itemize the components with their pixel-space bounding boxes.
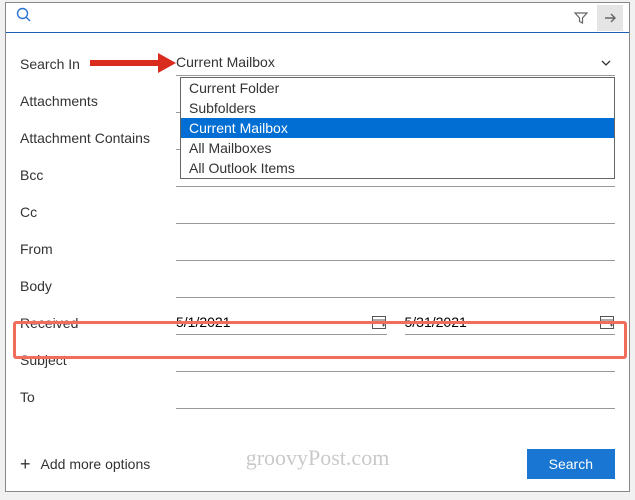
row-subject: Subject xyxy=(20,341,615,378)
label-to: To xyxy=(20,389,176,405)
date-from-value: 5/1/2021 xyxy=(176,314,231,330)
input-body[interactable] xyxy=(176,274,615,298)
label-received: Received xyxy=(20,315,176,331)
label-cc: Cc xyxy=(20,204,176,220)
label-bcc: Bcc xyxy=(20,167,176,183)
add-more-options-button[interactable]: + Add more options xyxy=(20,454,150,475)
input-subject[interactable] xyxy=(176,348,615,372)
row-to: To xyxy=(20,378,615,415)
row-received: Received 5/1/2021 5/31/2021 xyxy=(20,304,615,341)
input-to[interactable] xyxy=(176,385,615,409)
row-from: From xyxy=(20,230,615,267)
dropdown-option-current-mailbox[interactable]: Current Mailbox xyxy=(181,118,614,138)
bottom-bar: + Add more options Search xyxy=(20,449,615,479)
calendar-icon[interactable] xyxy=(599,314,615,330)
label-from: From xyxy=(20,241,176,257)
input-cc[interactable] xyxy=(176,200,615,224)
plus-icon: + xyxy=(20,454,31,475)
dropdown-option-subfolders[interactable]: Subfolders xyxy=(181,98,614,118)
label-body: Body xyxy=(20,278,176,294)
input-date-from[interactable]: 5/1/2021 xyxy=(176,311,387,335)
add-more-label: Add more options xyxy=(41,456,151,472)
dropdown-search-in[interactable]: Current Mailbox xyxy=(176,52,615,76)
dropdown-option-all-outlook-items[interactable]: All Outlook Items xyxy=(181,158,614,178)
dropdown-option-all-mailboxes[interactable]: All Mailboxes xyxy=(181,138,614,158)
label-attachments: Attachments xyxy=(20,93,176,109)
search-icon[interactable] xyxy=(16,7,32,28)
search-in-dropdown-list: Current Folder Subfolders Current Mailbo… xyxy=(180,77,615,179)
input-from[interactable] xyxy=(176,237,615,261)
row-cc: Cc xyxy=(20,193,615,230)
row-body: Body xyxy=(20,267,615,304)
filter-icon[interactable] xyxy=(569,6,593,30)
search-button[interactable]: Search xyxy=(527,449,615,479)
label-subject: Subject xyxy=(20,352,176,368)
dropdown-value: Current Mailbox xyxy=(176,54,275,70)
search-panel: Search In Current Mailbox Attachments At… xyxy=(5,2,630,492)
input-date-to[interactable]: 5/31/2021 xyxy=(405,311,616,335)
go-arrow-icon[interactable] xyxy=(597,5,623,31)
label-search-in: Search In xyxy=(20,56,176,72)
calendar-icon[interactable] xyxy=(371,314,387,330)
label-attachment-contains: Attachment Contains xyxy=(20,130,176,146)
dropdown-option-current-folder[interactable]: Current Folder xyxy=(181,78,614,98)
top-bar xyxy=(6,3,629,33)
chevron-down-icon xyxy=(601,55,615,69)
date-to-value: 5/31/2021 xyxy=(405,314,467,330)
